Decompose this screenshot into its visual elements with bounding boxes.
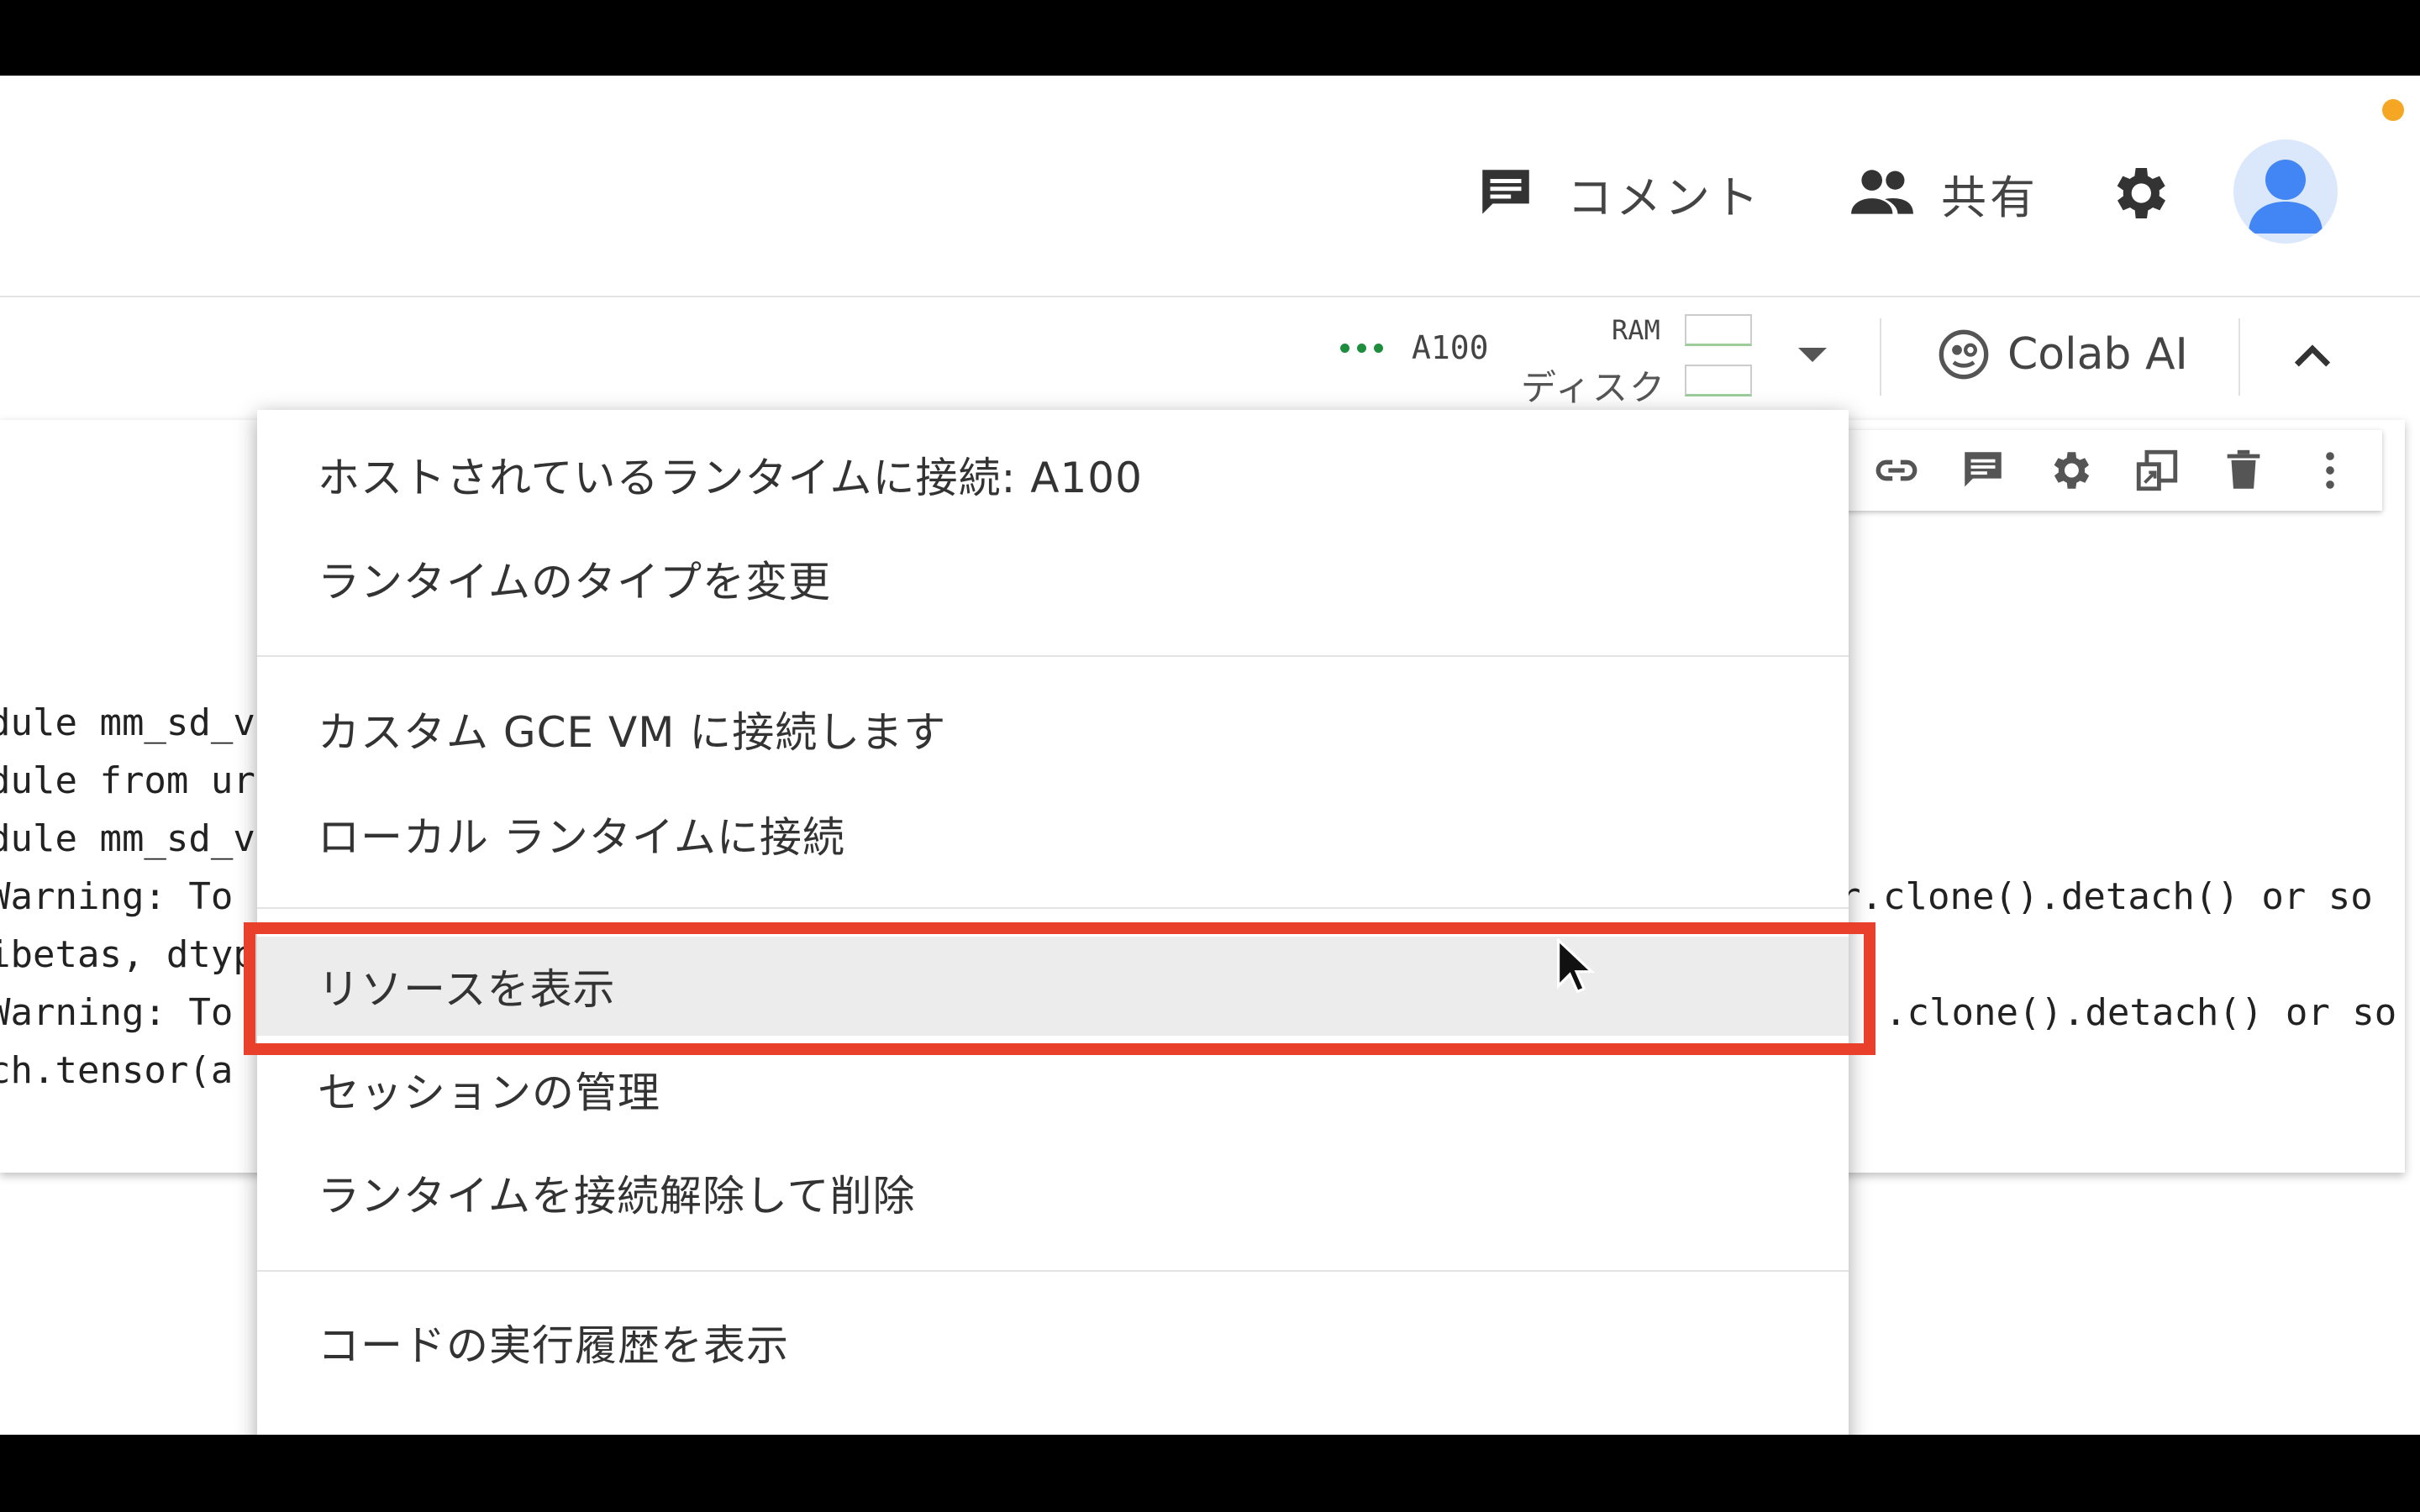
output-line: ibetas, dtyp <box>0 933 255 976</box>
chevron-up-icon[interactable] <box>2286 331 2339 385</box>
trash-icon[interactable] <box>2219 446 2268 495</box>
cursor-arrow-icon <box>1557 938 1595 994</box>
more-vert-icon[interactable] <box>2306 446 2354 495</box>
colab-window: コメント 共有 A100 RAM ディスク Colab AI dule mm_s… <box>0 76 2420 1435</box>
gear-icon[interactable] <box>2105 160 2172 227</box>
letterbox-top <box>0 0 2420 76</box>
gpu-label: A100 <box>1412 329 1489 366</box>
ram-usage-bar <box>1685 314 1752 346</box>
avatar[interactable] <box>2233 139 2338 244</box>
menu-divider <box>257 655 1849 657</box>
share-button[interactable]: 共有 <box>1849 160 2039 227</box>
highlight-annotation-box <box>244 922 1876 1055</box>
output-line: dule mm_sd_v <box>0 701 255 744</box>
output-line-right: r.clone().detach() or so <box>1839 875 2373 918</box>
gear-icon[interactable] <box>2045 446 2094 495</box>
connection-status-dots <box>1340 344 1383 353</box>
menu-item-connect-hosted[interactable]: ホストされているランタイムに接続: A100 <box>257 428 1849 521</box>
menu-item-manage-sessions[interactable]: セッションの管理 <box>257 1043 1849 1136</box>
notification-dot <box>2382 99 2404 121</box>
colab-ai-icon <box>1939 329 1989 380</box>
link-icon[interactable] <box>1872 446 1921 495</box>
menu-item-label: カスタム GCE VM に接続します <box>318 708 947 757</box>
comment-button[interactable]: コメント <box>1475 160 1762 227</box>
avatar-icon <box>2249 160 2323 234</box>
output-line: Warning: To <box>0 875 234 918</box>
runtime-toolbar: A100 RAM ディスク Colab AI <box>0 297 2420 415</box>
share-label: 共有 <box>1941 171 2039 224</box>
output-line: Warning: To <box>0 991 234 1034</box>
toolbar-divider <box>1880 318 1881 396</box>
comment-label: コメント <box>1567 171 1762 224</box>
menu-item-execution-history[interactable]: コードの実行履歴を表示 <box>257 1296 1849 1389</box>
menu-item-label: ランタイムを接続解除して削除 <box>318 1172 916 1221</box>
menu-item-disconnect-delete[interactable]: ランタイムを接続解除して削除 <box>257 1147 1849 1239</box>
menu-divider <box>257 1270 1849 1272</box>
letterbox-bottom <box>0 1435 2420 1512</box>
menu-divider <box>257 907 1849 909</box>
output-line: dule mm_sd_v <box>0 817 255 860</box>
colab-ai-label: Colab AI <box>2007 329 2188 380</box>
ram-label: RAM <box>1612 314 1660 346</box>
menu-item-label: セッションの管理 <box>318 1068 660 1117</box>
app-header: コメント 共有 <box>0 76 2420 297</box>
menu-item-label: コードの実行履歴を表示 <box>318 1321 789 1370</box>
menu-item-label: ローカル ランタイムに接続 <box>318 813 845 862</box>
output-line-right: .clone().detach() or so <box>1885 991 2397 1034</box>
output-line: ch.tensor(a <box>0 1049 234 1092</box>
people-icon <box>1851 170 1913 214</box>
disk-label: ディスク <box>1521 367 1667 408</box>
comment-icon <box>1482 170 1529 214</box>
menu-item-label: ホストされているランタイムに接続: A100 <box>318 454 1143 502</box>
disk-usage-bar <box>1685 365 1752 396</box>
runtime-dropdown-button[interactable] <box>1798 348 1827 362</box>
cell-toolbar <box>1844 430 2382 511</box>
comment-icon[interactable] <box>1959 446 2007 495</box>
colab-ai-button[interactable]: Colab AI <box>1937 328 2188 381</box>
menu-item-change-runtime-type[interactable]: ランタイムのタイプを変更 <box>257 533 1849 625</box>
mirror-cell-icon[interactable] <box>2133 446 2181 495</box>
toolbar-divider <box>2238 318 2240 396</box>
menu-item-label: ランタイムのタイプを変更 <box>318 558 831 606</box>
menu-item-connect-gce-vm[interactable]: カスタム GCE VM に接続します <box>257 683 1849 775</box>
menu-item-connect-local[interactable]: ローカル ランタイムに接続 <box>257 788 1849 880</box>
output-line: dule from ur <box>0 759 255 802</box>
